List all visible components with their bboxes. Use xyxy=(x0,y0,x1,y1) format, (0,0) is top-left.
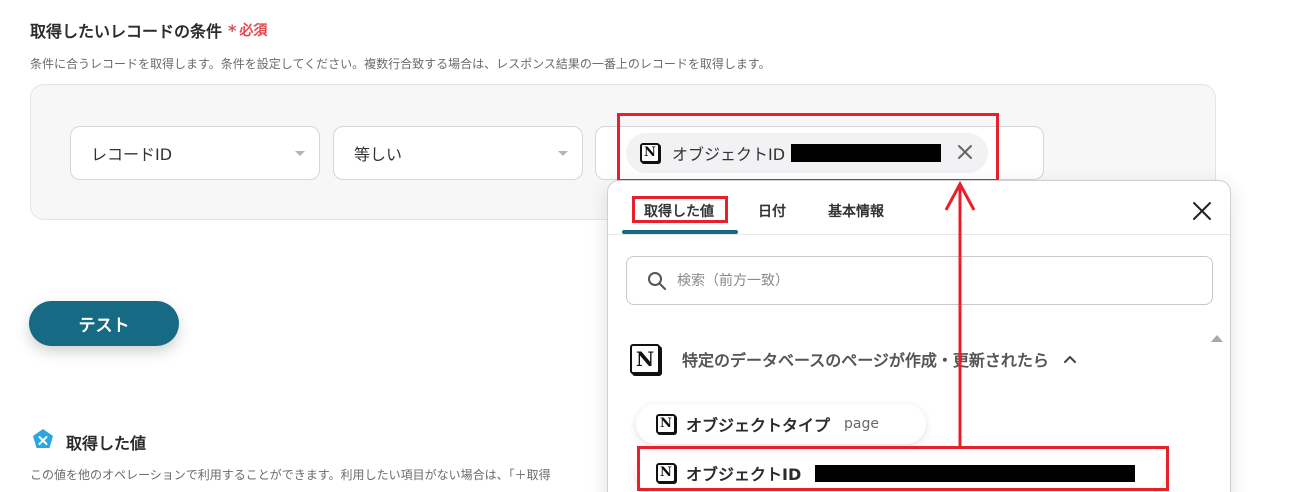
search-input[interactable] xyxy=(677,272,1157,289)
notion-icon: N xyxy=(630,344,660,374)
field-select-value: レコードID xyxy=(91,145,173,164)
chevron-down-icon xyxy=(295,151,305,156)
redacted-value xyxy=(791,144,942,162)
acquired-description: この値を他のオペレーションで利用することができます。利用したい項目がない場合は、… xyxy=(30,468,551,482)
redacted-value xyxy=(815,464,1136,482)
value-chip-label: オブジェクトID xyxy=(672,145,786,164)
tab-basic-info[interactable]: 基本情報 xyxy=(828,201,884,221)
value-chip[interactable]: N オブジェクトID xyxy=(626,133,988,173)
item-name: オブジェクトID xyxy=(686,465,802,484)
section-title-text: 取得したいレコードの条件 xyxy=(30,22,223,41)
item-name: オブジェクトタイプ xyxy=(686,416,831,435)
acquired-title: 取得した値 xyxy=(66,434,147,453)
chevron-up-icon[interactable] xyxy=(1063,352,1077,366)
notion-icon: N xyxy=(640,143,660,163)
annotation-arrow xyxy=(944,180,976,448)
required-label: 必須 xyxy=(239,23,268,39)
group-header[interactable]: N 特定のデータベースのページが作成・更新されたら xyxy=(630,344,1077,374)
required-star: * xyxy=(228,20,237,40)
search-icon xyxy=(648,271,666,290)
value-picker-dropdown: 取得した値 日付 基本情報 N 特定のデータベースのページが作成・更新されたら … xyxy=(607,180,1231,492)
section-description: 条件に合うレコードを取得します。条件を設定してください。複数行合致する場合は、レ… xyxy=(30,57,771,71)
list-item-object-type[interactable]: N オブジェクトタイプ page xyxy=(636,404,926,444)
tab-acquired-values[interactable]: 取得した値 xyxy=(644,201,714,221)
search-box[interactable] xyxy=(626,256,1213,305)
field-select[interactable]: レコードID xyxy=(70,126,320,180)
notion-icon: N xyxy=(656,463,676,483)
chevron-down-icon xyxy=(558,151,568,156)
notion-icon: N xyxy=(656,414,676,434)
operator-select[interactable]: 等しい xyxy=(333,126,583,180)
group-title: 特定のデータベースのページが作成・更新されたら xyxy=(682,351,1049,370)
close-icon[interactable] xyxy=(954,141,976,163)
operator-select-value: 等しい xyxy=(354,145,403,164)
tab-divider xyxy=(608,234,1230,235)
close-icon[interactable] xyxy=(1192,201,1212,221)
section-title: 取得したいレコードの条件 * 必須 xyxy=(30,18,267,42)
item-value: page xyxy=(844,416,879,432)
scroll-up-arrow[interactable] xyxy=(1211,335,1223,342)
tab-date[interactable]: 日付 xyxy=(758,201,786,221)
x-pentagon-icon xyxy=(33,429,53,448)
test-button[interactable]: テスト xyxy=(29,301,179,346)
list-item-object-id[interactable]: N オブジェクトID xyxy=(636,453,1166,492)
